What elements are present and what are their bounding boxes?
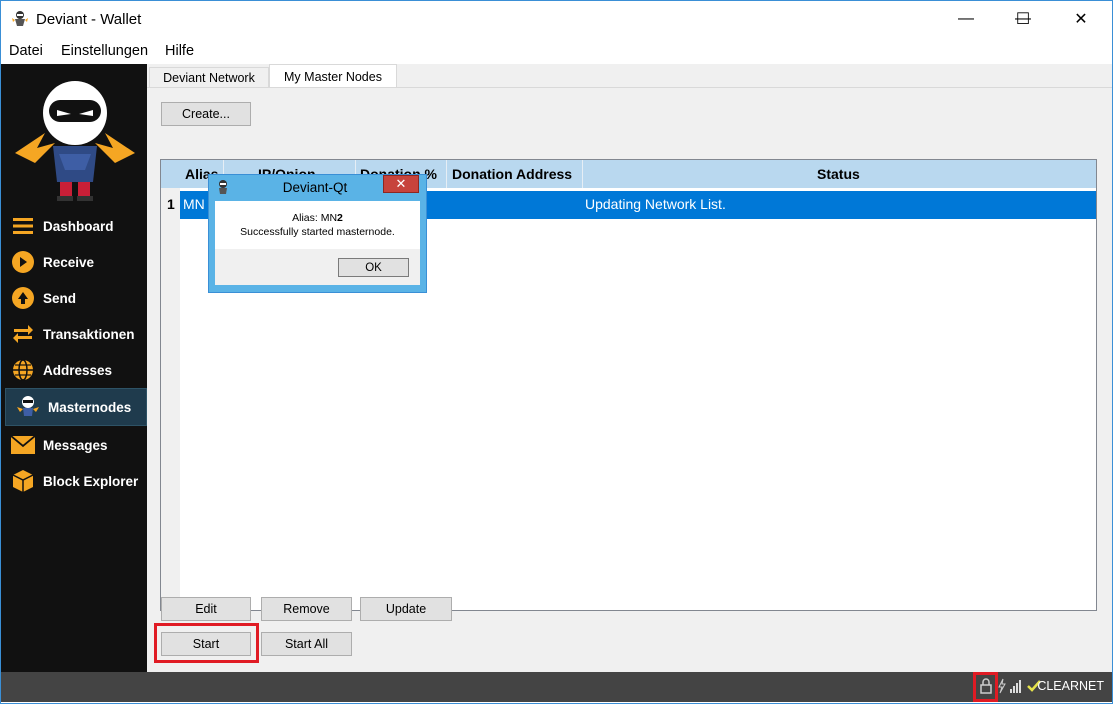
dashboard-icon — [11, 214, 35, 238]
sidebar-item-label: Addresses — [43, 362, 113, 378]
staking-bolt-icon — [998, 678, 1006, 694]
start-button-highlight — [154, 623, 259, 663]
dialog-alias-prefix: Alias: MN — [292, 212, 338, 224]
start-all-button[interactable]: Start All — [261, 632, 352, 656]
column-header-status[interactable]: Status — [817, 166, 860, 182]
sidebar-item-masternodes[interactable]: Masternodes — [5, 388, 147, 426]
deviant-mascot-logo — [15, 81, 135, 201]
menu-einstellungen[interactable]: Einstellungen — [61, 43, 148, 59]
sidebar-item-label: Block Explorer — [43, 473, 139, 489]
sidebar-item-addresses[interactable]: Addresses — [5, 352, 147, 388]
window-title: Deviant - Wallet — [36, 11, 142, 28]
transactions-icon — [11, 322, 35, 346]
addresses-icon — [11, 358, 35, 382]
edit-button[interactable]: Edit — [161, 597, 251, 621]
sidebar-item-receive[interactable]: Receive — [5, 244, 147, 280]
block-explorer-icon — [11, 469, 35, 493]
row-number-column — [161, 188, 180, 610]
sidebar: Dashboard Receive Send Transaktionen Add… — [1, 64, 147, 672]
status-bar: CLEARNET — [1, 672, 1112, 702]
remove-button[interactable]: Remove — [261, 597, 352, 621]
close-icon: ✕ — [395, 176, 407, 191]
sidebar-item-label: Masternodes — [48, 399, 132, 415]
sidebar-item-dashboard[interactable]: Dashboard — [5, 208, 147, 244]
minimize-button[interactable]: — — [937, 1, 995, 37]
sidebar-item-label: Receive — [43, 254, 95, 270]
dialog-close-button[interactable]: ✕ — [383, 175, 419, 193]
sidebar-item-transaktionen[interactable]: Transaktionen — [5, 316, 147, 352]
sidebar-item-send[interactable]: Send — [5, 280, 147, 316]
row-number: 1 — [167, 196, 175, 212]
main-content: Deviant Network My Master Nodes Create..… — [147, 64, 1112, 673]
app-logo-icon — [12, 11, 28, 26]
maximize-button[interactable]: ☐ — [994, 1, 1052, 37]
dialog-alias-suffix: 2 — [337, 212, 343, 224]
dialog-ok-button[interactable]: OK — [338, 258, 409, 277]
dialog-footer: OK — [215, 249, 420, 285]
network-label: CLEARNET — [1037, 679, 1104, 693]
sidebar-item-block-explorer[interactable]: Block Explorer — [5, 463, 147, 499]
receive-icon — [11, 250, 35, 274]
sidebar-item-messages[interactable]: Messages — [5, 427, 147, 463]
create-button[interactable]: Create... — [161, 102, 251, 126]
minimize-icon: — — [958, 10, 974, 27]
maximize-icon: ☐ — [1015, 11, 1031, 28]
menu-datei[interactable]: Datei — [9, 43, 43, 59]
send-icon — [11, 286, 35, 310]
masternodes-icon — [16, 395, 40, 419]
dialog-message: Successfully started masternode. — [240, 226, 395, 238]
cell-status: Updating Network List. — [585, 196, 726, 212]
messages-icon — [11, 433, 35, 457]
column-header-donation-address[interactable]: Donation Address — [452, 166, 572, 182]
lock-icon-highlight — [973, 672, 998, 702]
tab-deviant-network[interactable]: Deviant Network — [149, 67, 269, 87]
tab-bar: Deviant Network My Master Nodes — [147, 64, 1112, 88]
close-icon: ✕ — [1074, 11, 1088, 28]
dialog-body: Alias: MN2 Successfully started masterno… — [215, 201, 420, 249]
close-button[interactable]: ✕ — [1052, 1, 1110, 37]
sidebar-item-label: Dashboard — [43, 218, 114, 234]
signal-bars-icon — [1010, 680, 1021, 693]
menu-hilfe[interactable]: Hilfe — [165, 43, 194, 59]
cell-alias: MN — [183, 196, 205, 212]
sidebar-item-label: Messages — [43, 437, 108, 453]
dialog-alias-line: Alias: MN2 — [215, 212, 420, 224]
tab-my-master-nodes[interactable]: My Master Nodes — [269, 64, 397, 88]
message-dialog: Deviant-Qt ✕ Alias: MN2 Successfully sta… — [208, 174, 427, 293]
sidebar-item-label: Send — [43, 290, 77, 306]
menu-bar: Datei Einstellungen Hilfe — [1, 38, 1112, 64]
update-button[interactable]: Update — [360, 597, 452, 621]
sidebar-item-label: Transaktionen — [43, 326, 135, 342]
